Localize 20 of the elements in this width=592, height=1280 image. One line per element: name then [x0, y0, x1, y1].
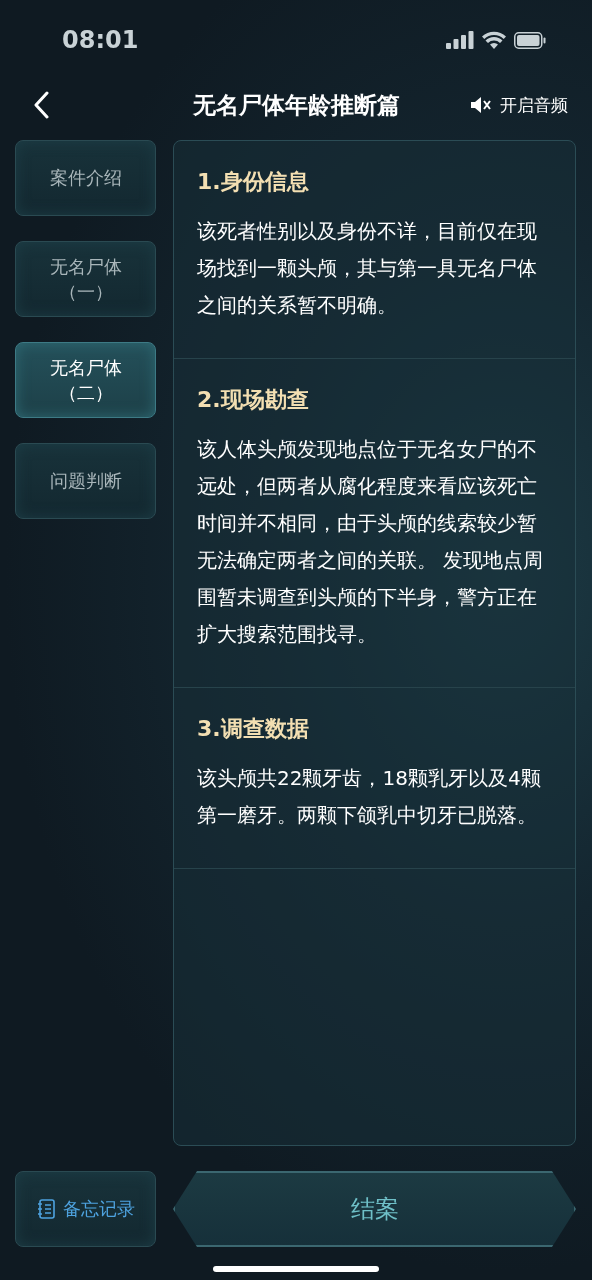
wifi-icon [482, 31, 506, 49]
section-heading: 1.身份信息 [197, 168, 310, 196]
sidebar-tab[interactable]: 案件介绍 [15, 140, 156, 216]
muted-speaker-icon [470, 95, 492, 115]
section-heading: 2.现场勘查 [197, 386, 310, 414]
status-time: 08:01 [62, 26, 139, 54]
section-heading: 3.调查数据 [197, 715, 310, 743]
close-case-button[interactable]: 结案 [173, 1171, 576, 1247]
sidebar-tab[interactable]: 无名尸体（一） [15, 241, 156, 317]
section-text: 该死者性别以及身份不详，目前仅在现场找到一颗头颅，其与第一具无名尸体之间的关系暂不明确。 [197, 218, 538, 319]
notebook-icon [36, 1199, 55, 1219]
battery-icon [514, 31, 546, 49]
audio-toggle[interactable]: 开启音频 [470, 93, 568, 117]
section-text: 该头颅共22颗牙齿，18颗乳牙以及4颗第一磨牙。两颗下颌乳中切牙已脱落。 [197, 765, 542, 829]
sidebar-tab[interactable]: 无名尸体（二） [15, 342, 156, 418]
page-title: 无名尸体年龄推断篇 [192, 90, 400, 120]
signal-icon [446, 31, 474, 49]
memo-button[interactable]: 备忘记录 [15, 1171, 156, 1247]
section-text: 该人体头颅发现地点位于无名女尸的不远处，但两者从腐化程度来看应该死亡时间并不相同，由于头颅的线索较少暂无法确定两者之间的关联。 发现地点周围暂未调查到头颅的下半身，警方正在扩大搜索范围找寻。 [197, 436, 545, 648]
sidebar-tab[interactable]: 问题判断 [15, 443, 156, 519]
